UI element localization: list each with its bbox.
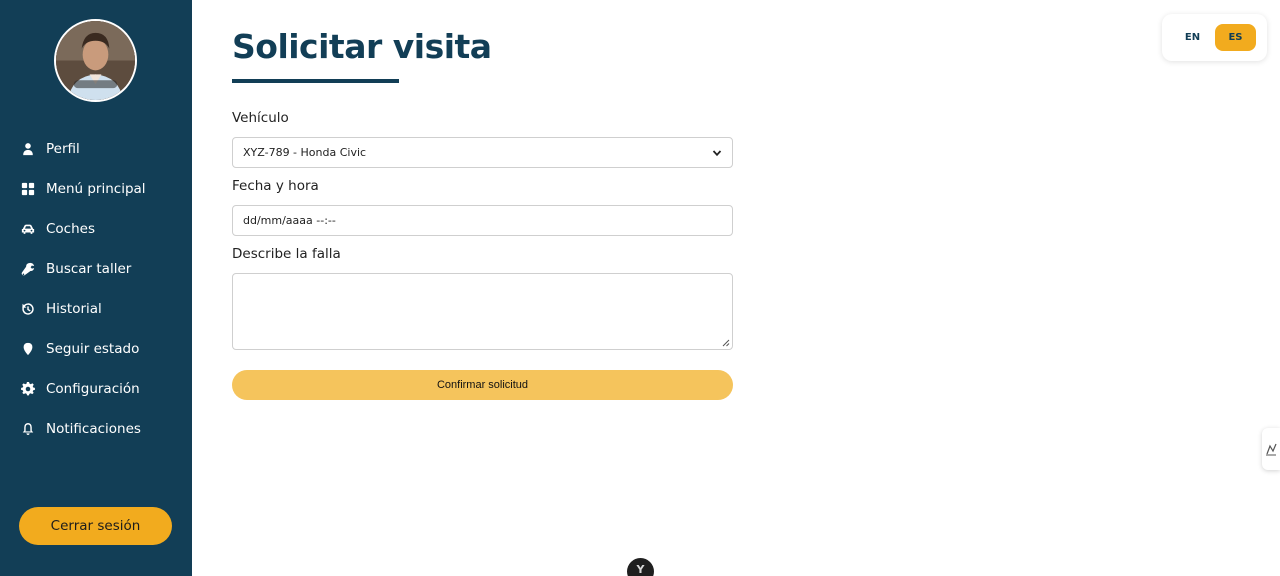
- sidebar-item-historial[interactable]: Historial: [0, 289, 192, 329]
- sidebar-item-notificaciones[interactable]: Notificaciones: [0, 409, 192, 449]
- sidebar: Perfil Menú principal Coches Buscar tall…: [0, 0, 192, 576]
- logout-button[interactable]: Cerrar sesión: [19, 507, 172, 545]
- language-switcher: EN ES: [1162, 14, 1267, 61]
- sidebar-item-label: Notificaciones: [46, 421, 141, 437]
- location-pin-icon: [20, 341, 36, 357]
- fault-label: Describe la falla: [232, 246, 341, 262]
- resize-grip-icon[interactable]: [722, 339, 730, 347]
- user-icon: [20, 141, 36, 157]
- sidebar-item-menu-principal[interactable]: Menú principal: [0, 169, 192, 209]
- confirm-request-button[interactable]: Confirmar solicitud: [232, 370, 733, 400]
- lang-es-button[interactable]: ES: [1215, 24, 1256, 51]
- sidebar-item-seguir-estado[interactable]: Seguir estado: [0, 329, 192, 369]
- wrench-icon: [20, 261, 36, 277]
- fault-description-textarea[interactable]: [232, 273, 733, 350]
- chevron-down-icon: [712, 148, 722, 158]
- history-icon: [20, 301, 36, 317]
- sidebar-item-perfil[interactable]: Perfil: [0, 129, 192, 169]
- sidebar-item-label: Historial: [46, 301, 102, 317]
- sidebar-item-coches[interactable]: Coches: [0, 209, 192, 249]
- datetime-input[interactable]: dd/mm/aaaa --:--: [232, 205, 733, 236]
- datetime-input-value: dd/mm/aaaa --:--: [243, 214, 336, 227]
- avatar[interactable]: [54, 19, 137, 102]
- page-title: Solicitar visita: [232, 27, 492, 66]
- vehicle-label: Vehículo: [232, 110, 289, 126]
- badge-logo-icon: Y: [636, 563, 645, 576]
- main-content: Solicitar visita Vehículo XYZ-789 - Hond…: [192, 0, 1280, 576]
- title-underline: [232, 79, 399, 83]
- vehicle-select-value: XYZ-789 - Honda Civic: [243, 146, 367, 159]
- edit-icon: [1266, 443, 1277, 456]
- gear-icon: [20, 381, 36, 397]
- sidebar-item-label: Perfil: [46, 141, 80, 157]
- sidebar-item-label: Menú principal: [46, 181, 146, 197]
- sidebar-item-label: Seguir estado: [46, 341, 140, 357]
- sidebar-item-label: Buscar taller: [46, 261, 132, 277]
- sidebar-item-buscar-taller[interactable]: Buscar taller: [0, 249, 192, 289]
- grid-icon: [20, 181, 36, 197]
- sidebar-nav: Perfil Menú principal Coches Buscar tall…: [0, 129, 192, 449]
- lang-en-button[interactable]: EN: [1172, 24, 1213, 51]
- car-icon: [20, 221, 36, 237]
- side-widget-tab[interactable]: [1262, 428, 1280, 470]
- sidebar-item-label: Coches: [46, 221, 96, 237]
- avatar-image: [56, 21, 135, 100]
- bell-icon: [20, 421, 36, 437]
- datetime-label: Fecha y hora: [232, 178, 319, 194]
- sidebar-item-configuracion[interactable]: Configuración: [0, 369, 192, 409]
- vehicle-select[interactable]: XYZ-789 - Honda Civic: [232, 137, 733, 168]
- sidebar-item-label: Configuración: [46, 381, 140, 397]
